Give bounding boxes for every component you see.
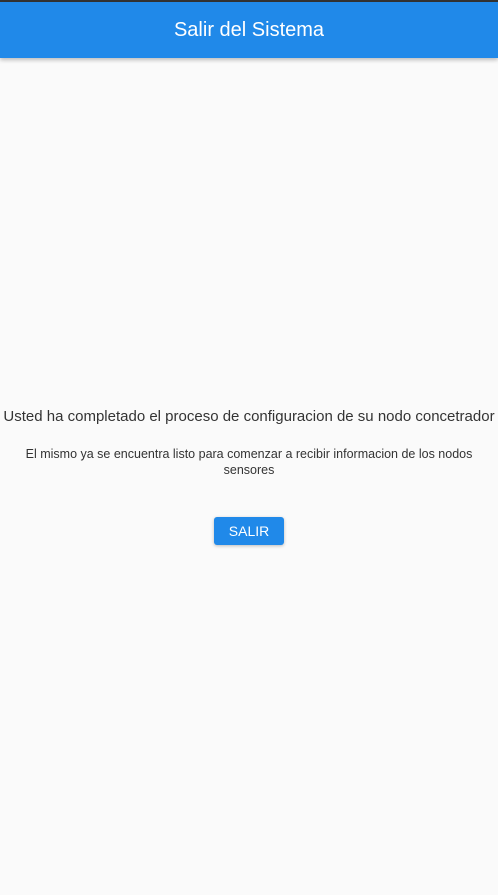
- completion-message: Usted ha completado el proceso de config…: [3, 408, 495, 425]
- app-bar-title: Salir del Sistema: [173, 18, 325, 41]
- app-bar: Salir del Sistema: [0, 2, 498, 58]
- ready-message: El mismo ya se encuentra listo para come…: [25, 447, 473, 477]
- exit-button[interactable]: SALIR: [214, 517, 284, 545]
